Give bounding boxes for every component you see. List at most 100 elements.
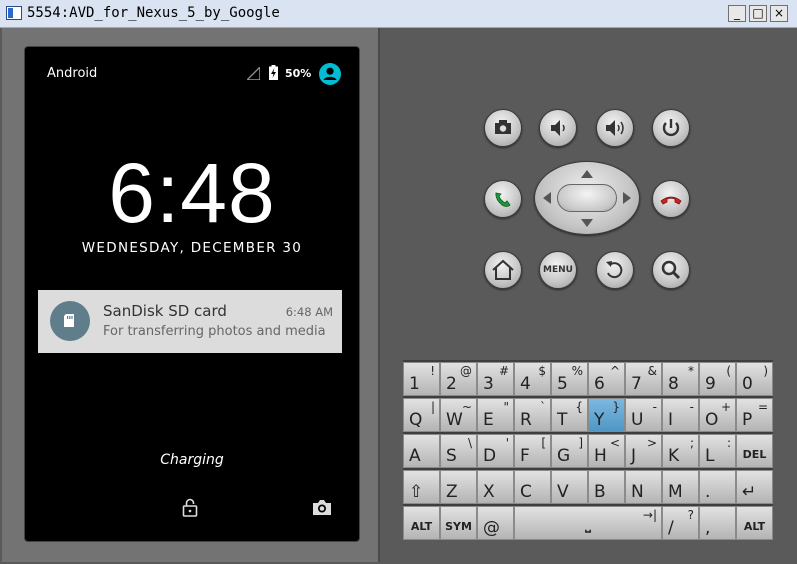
key-at[interactable]: @ bbox=[477, 506, 514, 540]
dpad-right-arrow[interactable] bbox=[623, 192, 631, 204]
key-alt[interactable]: ALT bbox=[403, 506, 440, 540]
key-label: Y bbox=[594, 410, 605, 430]
dpad-left-arrow[interactable] bbox=[543, 192, 551, 204]
key-label: O bbox=[705, 410, 719, 430]
volume-down-button[interactable] bbox=[539, 109, 577, 147]
key-secondary-label: ; bbox=[689, 436, 694, 450]
key-c[interactable]: C bbox=[514, 470, 551, 504]
key-alt-right[interactable]: ALT bbox=[736, 506, 773, 540]
key-period[interactable]: . bbox=[699, 470, 736, 504]
key-secondary-label: $ bbox=[538, 364, 546, 378]
key-6[interactable]: 6 ^ bbox=[588, 362, 625, 396]
key-b[interactable]: B bbox=[588, 470, 625, 504]
key-u[interactable]: U- bbox=[625, 398, 662, 432]
key-secondary-label: ' bbox=[505, 436, 509, 450]
key-9[interactable]: 9( bbox=[699, 362, 736, 396]
key-7[interactable]: 7 & bbox=[625, 362, 662, 396]
key-w[interactable]: W ~ bbox=[440, 398, 477, 432]
status-carrier: Android bbox=[47, 66, 98, 81]
key-slash[interactable]: /? bbox=[662, 506, 699, 540]
key-label: Q bbox=[409, 410, 423, 430]
volume-up-button[interactable] bbox=[596, 109, 634, 147]
call-button[interactable] bbox=[484, 180, 522, 218]
key-m[interactable]: M bbox=[662, 470, 699, 504]
key-del[interactable]: DEL bbox=[736, 434, 773, 468]
key-label: ⇧ bbox=[409, 482, 424, 502]
key-o[interactable]: O + bbox=[699, 398, 736, 432]
key-sym[interactable]: SYM bbox=[440, 506, 477, 540]
key-secondary-label: { bbox=[575, 400, 583, 414]
menu-button[interactable]: MENU bbox=[539, 251, 577, 289]
key-0[interactable]: 0) bbox=[736, 362, 773, 396]
key-2[interactable]: 2 @ bbox=[440, 362, 477, 396]
window-title: 5554:AVD_for_Nexus_5_by_Google bbox=[27, 5, 280, 21]
key-h[interactable]: H < bbox=[588, 434, 625, 468]
key-q[interactable]: Q | bbox=[403, 398, 440, 432]
notification-card[interactable]: SanDisk SD card 6:48 AM For transferring… bbox=[38, 290, 342, 353]
key-z[interactable]: Z bbox=[440, 470, 477, 504]
dpad-center-button[interactable] bbox=[557, 184, 617, 212]
key-secondary-label: ` bbox=[540, 400, 546, 414]
key-enter[interactable]: ↵ bbox=[736, 470, 773, 504]
camera-button[interactable] bbox=[484, 109, 522, 147]
key-label: H bbox=[594, 446, 607, 466]
key-shift[interactable]: ⇧ bbox=[403, 470, 440, 504]
key-r[interactable]: R ` bbox=[514, 398, 551, 432]
key-d[interactable]: D ' bbox=[477, 434, 514, 468]
key-secondary-label: < bbox=[609, 436, 620, 450]
key-space[interactable]: ⎵ →| bbox=[514, 506, 662, 540]
dpad-up-arrow[interactable] bbox=[581, 170, 593, 178]
key-secondary-label: - bbox=[689, 400, 694, 414]
key-s[interactable]: S \ bbox=[440, 434, 477, 468]
key-4[interactable]: 4 $ bbox=[514, 362, 551, 396]
maximize-button[interactable]: □ bbox=[749, 5, 767, 22]
phone-screen[interactable]: Android 50% 6:48 WEDNESDAY, DECEMBER 30 … bbox=[24, 46, 360, 542]
search-button[interactable] bbox=[652, 251, 690, 289]
key-secondary-label: →| bbox=[642, 508, 657, 522]
key-label: DEL bbox=[742, 448, 767, 461]
key-8[interactable]: 8 * bbox=[662, 362, 699, 396]
end-call-button[interactable] bbox=[652, 180, 690, 218]
close-button[interactable]: × bbox=[770, 5, 788, 22]
key-g[interactable]: G] bbox=[551, 434, 588, 468]
key-5[interactable]: 5% bbox=[551, 362, 588, 396]
camera-icon[interactable] bbox=[311, 497, 333, 517]
key-1[interactable]: 1! bbox=[403, 362, 440, 396]
key-secondary-label: | bbox=[430, 400, 435, 414]
key-secondary-label: ? bbox=[687, 508, 694, 522]
key-f[interactable]: F[ bbox=[514, 434, 551, 468]
volume-up-icon bbox=[606, 120, 624, 136]
key-comma[interactable]: , bbox=[699, 506, 736, 540]
key-y[interactable]: Y} bbox=[588, 398, 625, 432]
key-3[interactable]: 3 # bbox=[477, 362, 514, 396]
key-label: J bbox=[631, 446, 637, 466]
key-x[interactable]: X bbox=[477, 470, 514, 504]
key-n[interactable]: N bbox=[625, 470, 662, 504]
key-t[interactable]: T{ bbox=[551, 398, 588, 432]
key-label: K bbox=[668, 446, 680, 466]
key-k[interactable]: K; bbox=[662, 434, 699, 468]
battery-percent: 50% bbox=[285, 67, 312, 80]
minimize-button[interactable]: _ bbox=[728, 5, 746, 22]
dpad-down-arrow[interactable] bbox=[581, 219, 593, 227]
key-secondary-label: } bbox=[612, 400, 620, 414]
key-label: 5 bbox=[557, 374, 568, 394]
key-secondary-label: [ bbox=[541, 436, 546, 450]
lock-icon[interactable] bbox=[180, 497, 200, 517]
key-p[interactable]: P = bbox=[736, 398, 773, 432]
user-avatar-icon[interactable] bbox=[319, 63, 341, 85]
dpad[interactable] bbox=[534, 161, 640, 235]
key-l[interactable]: L: bbox=[699, 434, 736, 468]
home-button[interactable] bbox=[484, 251, 522, 289]
key-secondary-label: " bbox=[503, 400, 509, 414]
key-secondary-label: ) bbox=[763, 364, 768, 378]
key-a[interactable]: A bbox=[403, 434, 440, 468]
key-v[interactable]: V bbox=[551, 470, 588, 504]
key-e[interactable]: E " bbox=[477, 398, 514, 432]
power-button[interactable] bbox=[652, 109, 690, 147]
key-j[interactable]: J > bbox=[625, 434, 662, 468]
key-label: U bbox=[631, 410, 644, 430]
key-i[interactable]: I- bbox=[662, 398, 699, 432]
back-button[interactable] bbox=[596, 251, 634, 289]
key-secondary-label: \ bbox=[467, 436, 472, 450]
